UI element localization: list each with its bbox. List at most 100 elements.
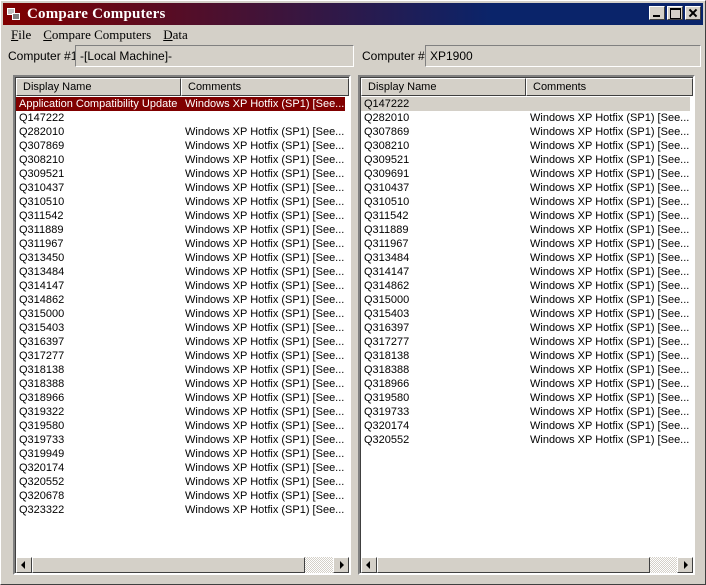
list-item[interactable]: Q309691 Windows XP Hotfix (SP1) [See... xyxy=(361,167,690,181)
list-item[interactable]: Q311967 Windows XP Hotfix (SP1) [See... xyxy=(16,237,345,251)
display-name-cell: Q314147 xyxy=(19,280,65,292)
list-item[interactable]: Q320174 Windows XP Hotfix (SP1) [See... xyxy=(361,419,690,433)
title-bar[interactable]: Compare Computers xyxy=(3,3,703,25)
column-display-name[interactable]: Display Name xyxy=(16,78,181,96)
list-item[interactable]: Q318138 Windows XP Hotfix (SP1) [See... xyxy=(16,363,345,377)
display-name-cell: Q319580 xyxy=(364,392,410,404)
column-comments[interactable]: Comments xyxy=(181,78,349,96)
list-item[interactable]: Q307869 Windows XP Hotfix (SP1) [See... xyxy=(361,125,690,139)
list-item[interactable]: Q316397 Windows XP Hotfix (SP1) [See... xyxy=(361,321,690,335)
display-name-cell: Q311967 xyxy=(19,238,64,250)
list-item[interactable]: Q147222 xyxy=(361,97,690,111)
list-item[interactable]: Q315403 Windows XP Hotfix (SP1) [See... xyxy=(361,307,690,321)
scroll-right-button[interactable] xyxy=(677,557,693,573)
maximize-button[interactable] xyxy=(667,6,683,20)
list-item[interactable]: Q318138 Windows XP Hotfix (SP1) [See... xyxy=(361,349,690,363)
computer2-field[interactable]: XP1900 xyxy=(425,45,701,67)
list-item[interactable]: Q316397 Windows XP Hotfix (SP1) [See... xyxy=(16,335,345,349)
left-hotfix-list[interactable]: Display Name Comments Application Compat… xyxy=(13,75,351,575)
list-item[interactable]: Q318966 Windows XP Hotfix (SP1) [See... xyxy=(16,391,345,405)
comments-cell: Windows XP Hotfix (SP1) [See... xyxy=(185,182,345,194)
list-item[interactable]: Q313484 Windows XP Hotfix (SP1) [See... xyxy=(361,251,690,265)
list-item[interactable]: Q319733 Windows XP Hotfix (SP1) [See... xyxy=(16,433,345,447)
display-name-cell: Q319580 xyxy=(19,420,65,432)
scroll-left-button[interactable] xyxy=(16,557,32,573)
list-item[interactable]: Q310437 Windows XP Hotfix (SP1) [See... xyxy=(16,181,345,195)
list-item[interactable]: Q311542 Windows XP Hotfix (SP1) [See... xyxy=(361,209,690,223)
display-name-cell: Q310437 xyxy=(364,182,410,194)
scroll-track[interactable] xyxy=(377,557,677,573)
scroll-thumb[interactable] xyxy=(32,557,305,573)
list-item[interactable]: Q309521 Windows XP Hotfix (SP1) [See... xyxy=(16,167,345,181)
list-item[interactable]: Q314147 Windows XP Hotfix (SP1) [See... xyxy=(16,279,345,293)
display-name-cell: Q308210 xyxy=(19,154,65,166)
list-item[interactable]: Q315403 Windows XP Hotfix (SP1) [See... xyxy=(16,321,345,335)
scroll-thumb[interactable] xyxy=(377,557,650,573)
list-item[interactable]: Q310437 Windows XP Hotfix (SP1) [See... xyxy=(361,181,690,195)
computer1-field[interactable]: -[Local Machine]- xyxy=(75,45,354,67)
scroll-left-button[interactable] xyxy=(361,557,377,573)
comments-cell: Windows XP Hotfix (SP1) [See... xyxy=(185,350,345,362)
list-item[interactable]: Q318388 Windows XP Hotfix (SP1) [See... xyxy=(16,377,345,391)
list-item[interactable]: Q319322 Windows XP Hotfix (SP1) [See... xyxy=(16,405,345,419)
list-item[interactable]: Q310510 Windows XP Hotfix (SP1) [See... xyxy=(16,195,345,209)
minimize-button[interactable] xyxy=(649,6,665,20)
list-item[interactable]: Q320678 Windows XP Hotfix (SP1) [See... xyxy=(16,489,345,503)
list-header: Display Name Comments xyxy=(16,78,349,96)
list-item[interactable]: Q309521 Windows XP Hotfix (SP1) [See... xyxy=(361,153,690,167)
comments-cell: Windows XP Hotfix (SP1) [See... xyxy=(185,420,345,432)
list-item[interactable]: Q323322 Windows XP Hotfix (SP1) [See... xyxy=(16,503,345,517)
display-name-cell: Q311889 xyxy=(364,224,409,236)
scroll-track[interactable] xyxy=(32,557,333,573)
list-item[interactable]: Q319733 Windows XP Hotfix (SP1) [See... xyxy=(361,405,690,419)
menu-data[interactable]: Data xyxy=(157,27,194,43)
list-item[interactable]: Q320174 Windows XP Hotfix (SP1) [See... xyxy=(16,461,345,475)
list-item[interactable]: Q313484 Windows XP Hotfix (SP1) [See... xyxy=(16,265,345,279)
list-item[interactable]: Q308210 Windows XP Hotfix (SP1) [See... xyxy=(361,139,690,153)
computer2-label: Computer #2 xyxy=(362,49,432,63)
comments-cell: Windows XP Hotfix (SP1) [See... xyxy=(185,434,345,446)
list-item[interactable]: Q310510 Windows XP Hotfix (SP1) [See... xyxy=(361,195,690,209)
list-item[interactable]: Q282010 Windows XP Hotfix (SP1) [See... xyxy=(361,111,690,125)
list-item[interactable]: Q315000 Windows XP Hotfix (SP1) [See... xyxy=(16,307,345,321)
comments-cell: Windows XP Hotfix (SP1) [See... xyxy=(185,210,345,222)
list-item[interactable]: Application Compatibility Update Windows … xyxy=(16,97,345,111)
list-item[interactable]: Q311889 Windows XP Hotfix (SP1) [See... xyxy=(16,223,345,237)
list-item[interactable]: Q147222 xyxy=(16,111,345,125)
menu-compare-computers[interactable]: Compare Computers xyxy=(37,27,157,43)
app-icon[interactable] xyxy=(6,6,22,22)
list-item[interactable]: Q319580 Windows XP Hotfix (SP1) [See... xyxy=(361,391,690,405)
comments-cell: Windows XP Hotfix (SP1) [See... xyxy=(185,224,345,236)
list-item[interactable]: Q314147 Windows XP Hotfix (SP1) [See... xyxy=(361,265,690,279)
column-comments[interactable]: Comments xyxy=(526,78,693,96)
list-item[interactable]: Q311889 Windows XP Hotfix (SP1) [See... xyxy=(361,223,690,237)
menu-file[interactable]: File xyxy=(5,27,37,43)
comments-cell: Windows XP Hotfix (SP1) [See... xyxy=(530,406,690,418)
list-item[interactable]: Q314862 Windows XP Hotfix (SP1) [See... xyxy=(16,293,345,307)
left-horizontal-scrollbar[interactable] xyxy=(16,557,349,573)
list-item[interactable]: Q320552 Windows XP Hotfix (SP1) [See... xyxy=(16,475,345,489)
close-button[interactable] xyxy=(685,6,701,20)
list-item[interactable]: Q315000 Windows XP Hotfix (SP1) [See... xyxy=(361,293,690,307)
computer1-label: Computer #1 xyxy=(8,49,78,63)
list-item[interactable]: Q320552 Windows XP Hotfix (SP1) [See... xyxy=(361,433,690,447)
list-item[interactable]: Q307869 Windows XP Hotfix (SP1) [See... xyxy=(16,139,345,153)
list-item[interactable]: Q311542 Windows XP Hotfix (SP1) [See... xyxy=(16,209,345,223)
scroll-right-button[interactable] xyxy=(333,557,349,573)
list-item[interactable]: Q317277 Windows XP Hotfix (SP1) [See... xyxy=(361,335,690,349)
list-item[interactable]: Q313450 Windows XP Hotfix (SP1) [See... xyxy=(16,251,345,265)
list-item[interactable]: Q318966 Windows XP Hotfix (SP1) [See... xyxy=(361,377,690,391)
list-item[interactable]: Q314862 Windows XP Hotfix (SP1) [See... xyxy=(361,279,690,293)
right-hotfix-list[interactable]: Display Name Comments Q147222 Q282010 Wind… xyxy=(358,75,695,575)
display-name-cell: Q318966 xyxy=(364,378,410,390)
list-item[interactable]: Q317277 Windows XP Hotfix (SP1) [See... xyxy=(16,349,345,363)
list-item[interactable]: Q282010 Windows XP Hotfix (SP1) [See... xyxy=(16,125,345,139)
display-name-cell: Q319733 xyxy=(364,406,410,418)
list-item[interactable]: Q319949 Windows XP Hotfix (SP1) [See... xyxy=(16,447,345,461)
right-horizontal-scrollbar[interactable] xyxy=(361,557,693,573)
column-display-name[interactable]: Display Name xyxy=(361,78,526,96)
list-item[interactable]: Q318388 Windows XP Hotfix (SP1) [See... xyxy=(361,363,690,377)
list-item[interactable]: Q311967 Windows XP Hotfix (SP1) [See... xyxy=(361,237,690,251)
list-item[interactable]: Q319580 Windows XP Hotfix (SP1) [See... xyxy=(16,419,345,433)
list-item[interactable]: Q308210 Windows XP Hotfix (SP1) [See... xyxy=(16,153,345,167)
